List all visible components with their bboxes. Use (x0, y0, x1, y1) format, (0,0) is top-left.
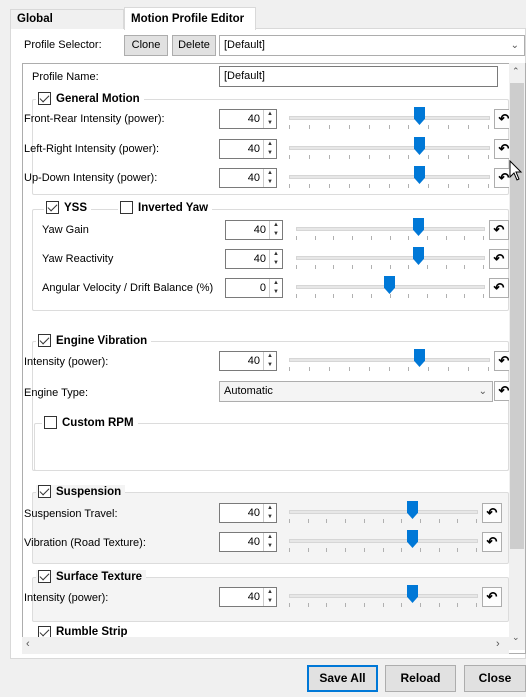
tab-strip: Global Parameters Motion Profile Editor (10, 7, 526, 44)
tab-motion-profile-editor[interactable]: Motion Profile Editor (124, 7, 256, 30)
yaw-gain-slider[interactable] (296, 227, 485, 231)
general-motion-checkbox[interactable] (38, 92, 51, 105)
surface-texture-checkbox[interactable] (38, 570, 51, 583)
custom-rpm-header[interactable]: Custom RPM (42, 416, 138, 429)
angular-velocity-input[interactable]: 0 ▲ ▼ (225, 278, 283, 298)
yaw-gain-label: Yaw Gain (42, 224, 89, 236)
engine-vibration-checkbox[interactable] (38, 334, 51, 347)
slider-ticks (289, 125, 490, 129)
scroll-left-icon[interactable]: ‹ (26, 638, 30, 650)
profile-name-label: Profile Name: (32, 71, 99, 83)
inverted-yaw-header[interactable]: Inverted Yaw (118, 201, 213, 214)
yss-checkbox[interactable] (46, 201, 59, 214)
engine-type-label: Engine Type: (24, 387, 89, 399)
engine-intensity-slider[interactable] (289, 358, 490, 362)
vertical-scrollbar-thumb[interactable] (510, 83, 524, 549)
surface-intensity-input[interactable]: 40 ▲ ▼ (219, 587, 277, 607)
left-right-slider[interactable] (289, 146, 490, 150)
front-rear-label: Front-Rear Intensity (power): (24, 113, 165, 125)
spinner-arrows-icon[interactable]: ▲ ▼ (263, 169, 276, 187)
spinner-arrows-icon[interactable]: ▲ ▼ (269, 279, 282, 297)
suspension-travel-slider[interactable] (289, 510, 478, 514)
suspension-travel-label: Suspension Travel: (24, 508, 118, 520)
slider-ticks (289, 155, 490, 159)
engine-intensity-input[interactable]: 40 ▲ ▼ (219, 351, 277, 371)
spinner-arrows-icon[interactable]: ▲ ▼ (263, 588, 276, 606)
delete-button[interactable]: Delete (172, 35, 216, 56)
mouse-cursor-icon (509, 160, 523, 181)
tab-global-parameters[interactable]: Global Parameters (10, 9, 124, 44)
scroll-right-icon[interactable]: › (496, 638, 500, 650)
up-down-input[interactable]: 40 ▲ ▼ (219, 168, 277, 188)
slider-ticks (289, 548, 478, 552)
reset-icon[interactable]: ↶ (489, 278, 509, 298)
chevron-down-icon: ⌄ (510, 40, 519, 51)
up-down-slider[interactable] (289, 175, 490, 179)
slider-ticks (289, 603, 478, 607)
inverted-yaw-checkbox[interactable] (120, 201, 133, 214)
suspension-checkbox[interactable] (38, 485, 51, 498)
reset-icon[interactable]: ↶ (489, 249, 509, 269)
reset-icon[interactable]: ↶ (482, 503, 502, 523)
yaw-reactivity-input[interactable]: 40 ▲ ▼ (225, 249, 283, 269)
save-all-button[interactable]: Save All (307, 665, 378, 692)
profile-selector-combo[interactable]: [Default] ⌄ (219, 35, 525, 56)
engine-intensity-label: Intensity (power): (24, 356, 109, 368)
reset-icon[interactable]: ↶ (489, 220, 509, 240)
scroll-down-icon[interactable]: ⌄ (512, 632, 520, 643)
spinner-arrows-icon[interactable]: ▲ ▼ (269, 221, 282, 239)
road-texture-input[interactable]: 40 ▲ ▼ (219, 532, 277, 552)
yaw-gain-input[interactable]: 40 ▲ ▼ (225, 220, 283, 240)
reload-button[interactable]: Reload (385, 665, 456, 692)
spinner-arrows-icon[interactable]: ▲ ▼ (263, 140, 276, 158)
spinner-arrows-icon[interactable]: ▲ ▼ (263, 504, 276, 522)
front-rear-slider[interactable] (289, 116, 490, 120)
yaw-reactivity-slider[interactable] (296, 256, 485, 260)
surface-intensity-label: Intensity (power): (24, 592, 109, 604)
spinner-arrows-icon[interactable]: ▲ ▼ (263, 533, 276, 551)
reset-icon[interactable]: ↶ (482, 532, 502, 552)
scroll-up-icon[interactable]: ⌃ (512, 66, 520, 77)
spinner-arrows-icon[interactable]: ▲ ▼ (263, 352, 276, 370)
yss-header[interactable]: YSS (44, 201, 92, 214)
chevron-down-icon: ⌄ (478, 386, 487, 397)
slider-ticks (289, 184, 490, 188)
road-texture-slider[interactable] (289, 539, 478, 543)
reset-icon[interactable]: ↶ (482, 587, 502, 607)
left-right-input[interactable]: 40 ▲ ▼ (219, 139, 277, 159)
surface-intensity-slider[interactable] (289, 594, 478, 598)
custom-rpm-checkbox[interactable] (44, 416, 57, 429)
slider-ticks (296, 236, 485, 240)
angular-velocity-label: Angular Velocity / Drift Balance (%) (42, 282, 214, 294)
slider-ticks (289, 367, 490, 371)
engine-type-select[interactable]: Automatic ⌄ (219, 381, 493, 402)
surface-texture-header[interactable]: Surface Texture (36, 570, 147, 583)
engine-vibration-header[interactable]: Engine Vibration (36, 334, 152, 347)
road-texture-label: Vibration (Road Texture): (24, 537, 146, 549)
suspension-header[interactable]: Suspension (36, 485, 126, 498)
profile-name-input[interactable]: [Default] (219, 66, 498, 87)
up-down-label: Up-Down Intensity (power): (24, 172, 158, 184)
spinner-arrows-icon[interactable]: ▲ ▼ (263, 110, 276, 128)
close-button[interactable]: Close (464, 665, 526, 692)
slider-ticks (289, 519, 478, 523)
front-rear-input[interactable]: 40 ▲ ▼ (219, 109, 277, 129)
slider-ticks (296, 265, 485, 269)
left-right-label: Left-Right Intensity (power): (24, 143, 160, 155)
vertical-scrollbar[interactable]: ⌃ ⌄ (509, 63, 525, 650)
profile-selector-label: Profile Selector: (24, 39, 102, 51)
spinner-arrows-icon[interactable]: ▲ ▼ (269, 250, 282, 268)
custom-rpm-group (34, 423, 509, 471)
clone-button[interactable]: Clone (124, 35, 168, 56)
yaw-reactivity-label: Yaw Reactivity (42, 253, 114, 265)
suspension-travel-input[interactable]: 40 ▲ ▼ (219, 503, 277, 523)
slider-ticks (296, 294, 485, 298)
horizontal-scrollbar[interactable]: ‹ › (22, 637, 509, 654)
general-motion-header[interactable]: General Motion (36, 92, 144, 105)
profile-selector-value: [Default] (224, 39, 265, 51)
